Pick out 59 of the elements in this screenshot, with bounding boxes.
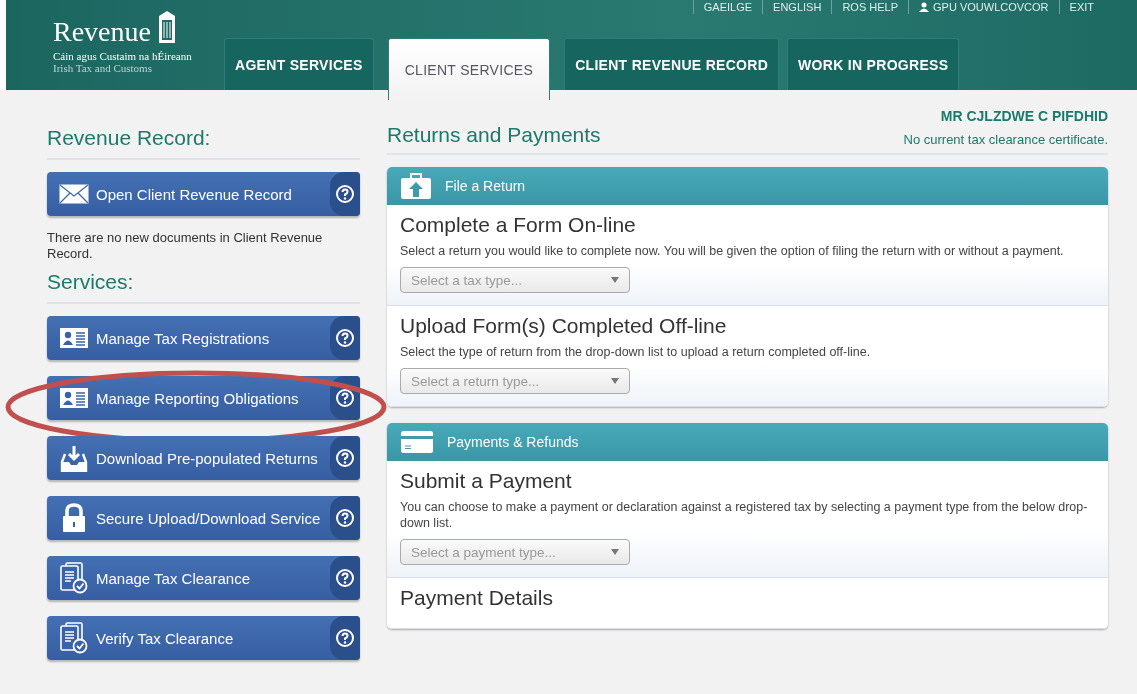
service-button[interactable]: Open Client Revenue Record xyxy=(47,172,360,216)
panel-title: File a Return xyxy=(445,178,526,194)
page-heading: Returns and Payments xyxy=(387,123,601,147)
top-link[interactable]: EXIT xyxy=(1058,0,1104,14)
section-heading: Services: xyxy=(47,270,360,304)
section-title: Payment Details xyxy=(400,586,554,610)
logo-text: Revenue xyxy=(53,16,151,48)
help-icon[interactable] xyxy=(330,616,360,660)
caret-icon xyxy=(611,277,619,283)
record-note: There are no new documents in Client Revenue Record. xyxy=(47,230,324,262)
clearance-status: No current tax clearance certificate. xyxy=(903,132,1108,147)
client-name: MR CJLZDWE C PIFDHID xyxy=(939,108,1108,124)
section-description: Select a return you would like to complete now. You will be given the option of filing the return with or without a payment. xyxy=(400,243,1065,259)
help-icon[interactable] xyxy=(330,316,360,360)
section-title: Complete a Form On-line xyxy=(400,213,637,237)
button-label: Verify Tax Clearance xyxy=(96,629,235,647)
logo-subtitle: Cáin agus Custaim na hÉireann xyxy=(53,50,193,62)
panel-title: Payments & Refunds xyxy=(447,434,579,450)
id-card-icon xyxy=(58,388,90,408)
service-button[interactable]: Manage Tax Clearance xyxy=(47,556,360,600)
button-label: Secure Upload/Download Service xyxy=(96,509,322,527)
harp-icon xyxy=(156,10,177,44)
section-description: You can choose to make a payment or declaration against a registered tax by selecting a payment type from the below drop-down list. xyxy=(400,499,1089,531)
top-link[interactable]: GAEILGE xyxy=(692,0,763,14)
button-label: Open Client Revenue Record xyxy=(96,185,293,203)
section-title: Upload Form(s) Completed Off-line xyxy=(400,314,728,338)
nav-tab[interactable]: CLIENT SERVICES xyxy=(387,38,551,100)
help-icon[interactable] xyxy=(330,556,360,600)
briefcase-upload-icon xyxy=(401,173,431,199)
logo-subtitle: Irish Tax and Customs xyxy=(53,62,153,74)
document-check-icon xyxy=(58,562,90,594)
service-button[interactable]: Manage Reporting Obligations xyxy=(47,376,360,420)
user-link[interactable]: GPU VOUWLCOVCOR xyxy=(933,0,1049,14)
section-description: Select the type of return from the drop-down list to upload a return completed off-line. xyxy=(400,344,872,360)
help-icon[interactable] xyxy=(330,496,360,540)
button-label: Manage Reporting Obligations xyxy=(96,389,300,407)
service-button[interactable]: Download Pre-populated Returns xyxy=(47,436,360,480)
button-label: Manage Tax Registrations xyxy=(96,329,271,347)
service-button[interactable]: Secure Upload/Download Service xyxy=(47,496,360,540)
service-button[interactable]: Manage Tax Registrations xyxy=(47,316,360,360)
button-label: Manage Tax Clearance xyxy=(96,569,251,587)
section-heading: Revenue Record: xyxy=(47,126,360,160)
top-link[interactable]: ENGLISH xyxy=(762,0,832,14)
section-title: Submit a Payment xyxy=(400,469,573,493)
nav-tab[interactable]: CLIENT REVENUE RECORD xyxy=(564,38,780,90)
top-link[interactable]: ROS HELP xyxy=(831,0,909,14)
help-icon[interactable] xyxy=(330,436,360,480)
envelope-icon xyxy=(58,184,90,204)
nav-tab[interactable]: WORK IN PROGRESS xyxy=(787,38,960,90)
card-icon xyxy=(401,431,433,453)
caret-icon xyxy=(611,549,619,555)
help-icon[interactable] xyxy=(330,172,360,216)
document-check-icon xyxy=(58,622,90,654)
service-button[interactable]: Verify Tax Clearance xyxy=(47,616,360,660)
id-card-icon xyxy=(58,328,90,348)
nav-tab[interactable]: AGENT SERVICES xyxy=(224,38,374,90)
inbox-download-icon xyxy=(58,444,90,472)
button-label: Download Pre-populated Returns xyxy=(96,449,319,467)
caret-icon xyxy=(611,378,619,384)
